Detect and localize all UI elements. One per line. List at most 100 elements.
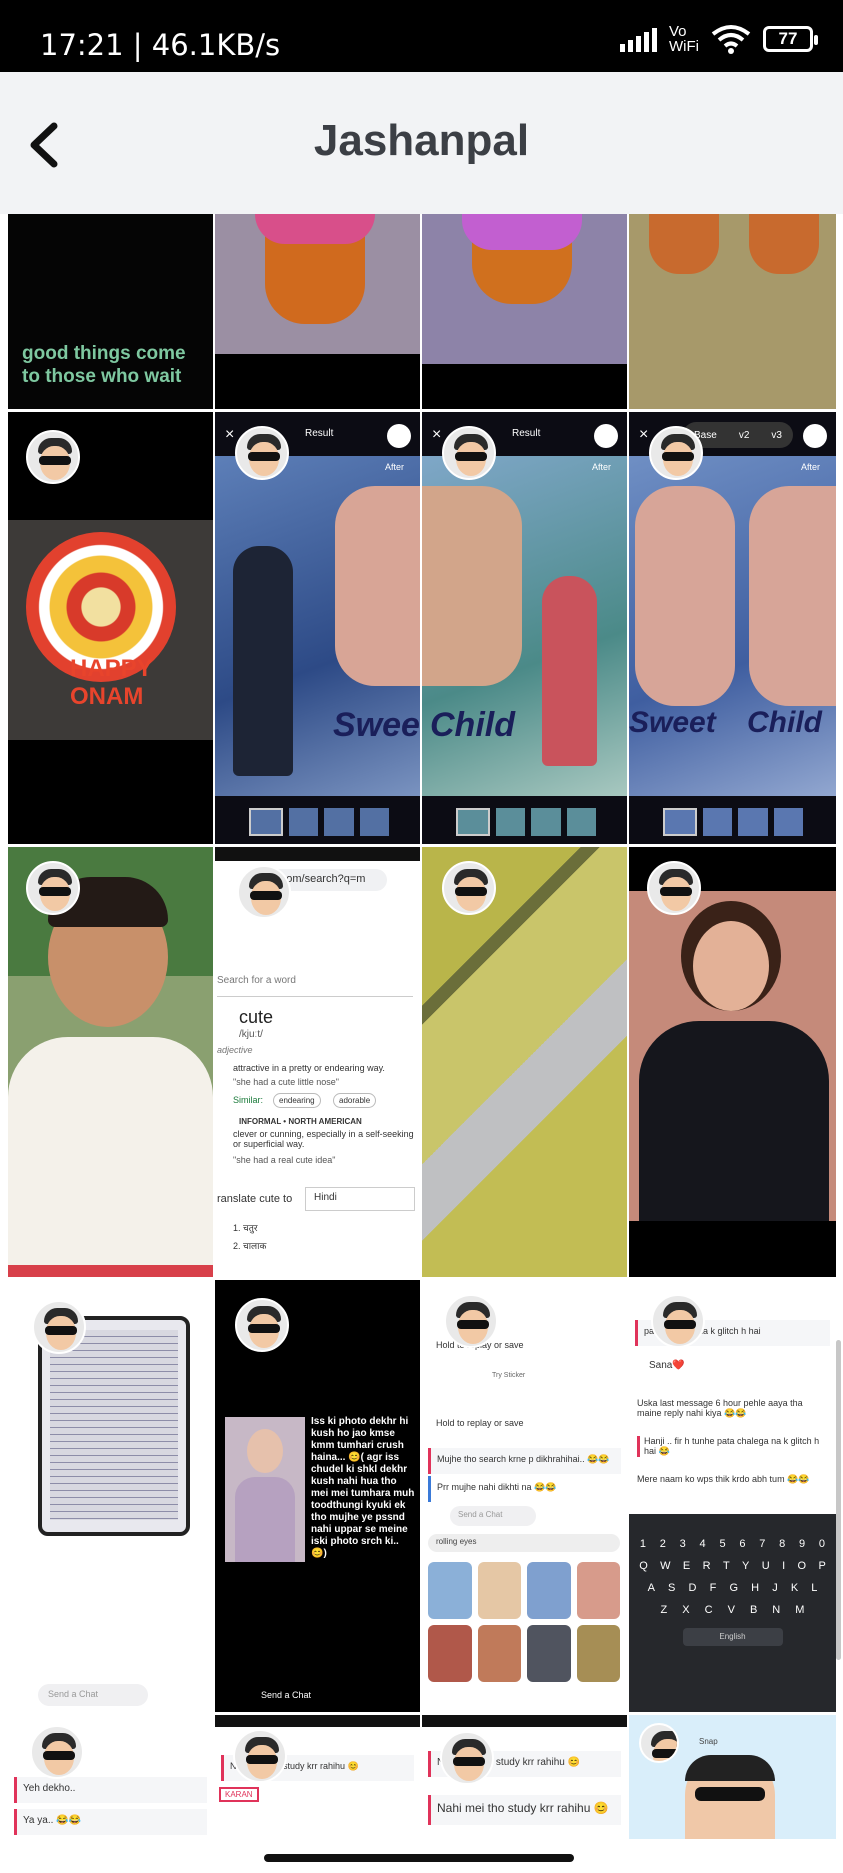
close-icon: × (432, 426, 442, 443)
result-label: Result (512, 428, 541, 439)
key[interactable]: I (782, 1560, 785, 1572)
grid-tile[interactable]: Snap (629, 1715, 836, 1839)
grid-tile[interactable]: × Result After Sweet (215, 412, 420, 844)
dict-similar: Similar: (233, 1095, 264, 1105)
key[interactable]: 1 (640, 1538, 646, 1550)
kb-spacebar[interactable]: English (682, 1628, 783, 1646)
key[interactable]: Y (742, 1560, 749, 1572)
status-time: 17:21 | 46.1KB/s (40, 28, 281, 62)
sticker-search[interactable]: rolling eyes (428, 1534, 620, 1552)
key[interactable]: E (683, 1560, 690, 1572)
key[interactable]: G (729, 1582, 738, 1594)
grid-tile[interactable]: good things come to those who wait (8, 214, 213, 409)
avatar (235, 426, 289, 480)
grid-tile[interactable] (629, 847, 836, 1277)
key[interactable]: 8 (779, 1538, 785, 1550)
home-indicator[interactable] (264, 1854, 574, 1862)
key[interactable]: H (751, 1582, 759, 1594)
grid-tile[interactable]: Yeh dekho.. Ya ya.. 😂😂 (8, 1715, 213, 1839)
scrollbar[interactable] (836, 1340, 841, 1660)
after-label: After (592, 462, 612, 472)
key[interactable]: Q (639, 1560, 648, 1572)
key[interactable]: X (682, 1604, 689, 1616)
key[interactable]: J (772, 1582, 778, 1594)
grid-tile[interactable]: Nahi mei tho study krr rahihu 😊 Nahi mei… (422, 1715, 627, 1839)
key[interactable]: B (750, 1604, 757, 1616)
chat-message: Hanji .. fir h tunhe pata chalega na k g… (637, 1436, 827, 1457)
grid-tile[interactable]: y.com/search?q=m Search for a word cute … (215, 847, 420, 1277)
grid-tile[interactable]: Iss ki photo dekhr hi kush ho jao kmse k… (215, 1280, 420, 1712)
key[interactable]: A (648, 1582, 655, 1594)
kb-row-3: A S D FG H J K L (633, 1582, 832, 1594)
key[interactable]: 5 (719, 1538, 725, 1550)
dict-sim2[interactable]: adorable (333, 1093, 377, 1108)
grid-tile[interactable] (422, 847, 627, 1277)
key[interactable]: U (762, 1560, 770, 1572)
grid-tile[interactable]: Nahi mei tho study krr rahihu 😊 KARAN (215, 1715, 420, 1839)
key[interactable]: Z (661, 1604, 668, 1616)
grid-tile[interactable] (8, 847, 213, 1277)
keyboard: 1234567890 QWERTYUIOP ASDFGHJKL ZXCVBNM … (629, 1514, 836, 1712)
version-thumbnails (663, 808, 803, 836)
key[interactable]: 7 (759, 1538, 765, 1550)
key[interactable]: 3 (680, 1538, 686, 1550)
send-chat-bar[interactable]: Send a Chat (38, 1684, 148, 1706)
grid-tile[interactable] (215, 214, 420, 409)
tab-v3[interactable]: v3 (771, 430, 782, 441)
result-label: Result (305, 428, 334, 439)
key[interactable]: V (728, 1604, 735, 1616)
key[interactable]: 2 (660, 1538, 666, 1550)
chat-message: Mujhe tho search krne p dikhrahihai.. 😂😂 (428, 1448, 621, 1474)
dict-sim1[interactable]: endearing (273, 1093, 321, 1108)
grid-tile[interactable]: HAPPY ONAM (8, 412, 213, 844)
flower-pot-image (649, 214, 719, 274)
key[interactable]: D (689, 1582, 697, 1594)
sana-label: Sana❤️ (649, 1360, 685, 1371)
girl-photo (225, 1417, 305, 1562)
key[interactable]: N (772, 1604, 780, 1616)
dict-search[interactable]: Search for a word (217, 975, 413, 997)
dict-t1: 1. चतुर (233, 1223, 258, 1233)
key[interactable]: 0 (819, 1538, 825, 1550)
key[interactable]: T (723, 1560, 730, 1572)
battery-level: 77 (778, 29, 798, 48)
key[interactable]: K (791, 1582, 798, 1594)
tiles-photo (422, 847, 627, 1277)
edited-photo: After Sweet Child (629, 456, 836, 796)
photo-caption: Sweet (333, 706, 420, 744)
key[interactable]: S (668, 1582, 675, 1594)
hold-replay-2: Hold to replay or save (436, 1418, 524, 1428)
grid-tile[interactable]: Send a Chat (8, 1280, 213, 1712)
send-chat-bar[interactable]: Send a Chat (450, 1506, 536, 1526)
key[interactable]: W (660, 1560, 670, 1572)
dict-def2: clever or cunning, especially in a self-… (233, 1129, 414, 1149)
kb-row-2: QW E RTY UI OP (633, 1560, 832, 1572)
snap-label: Snap (699, 1737, 718, 1746)
version-thumbnails (456, 808, 596, 836)
key[interactable]: L (811, 1582, 817, 1594)
grid-tile[interactable]: × Result After Child (422, 412, 627, 844)
key[interactable]: P (818, 1560, 825, 1572)
chat-message: Prr mujhe nahi dikhti na 😂😂 (428, 1476, 621, 1502)
key[interactable]: M (795, 1604, 804, 1616)
kb-row-1: 1 2 3 4 5 6 7 8 9 0 (633, 1538, 832, 1550)
girl-photo (629, 891, 836, 1221)
key[interactable]: 6 (739, 1538, 745, 1550)
grid-tile[interactable]: × Base v2 v3 After Sweet Child (629, 412, 836, 844)
chat-message: Yeh dekho.. (14, 1777, 207, 1803)
flowers-image (255, 214, 375, 244)
grid-tile[interactable] (629, 214, 836, 409)
grid-tile[interactable]: Hold to replay or save Try Sticker Hold … (422, 1280, 627, 1712)
dict-lang[interactable]: Hindi (305, 1187, 415, 1211)
grid-tile[interactable] (422, 214, 627, 409)
dict-pos: adjective (217, 1045, 253, 1055)
key[interactable]: 4 (700, 1538, 706, 1550)
key[interactable]: R (703, 1560, 711, 1572)
key[interactable]: F (710, 1582, 717, 1594)
key[interactable]: C (705, 1604, 713, 1616)
tab-v2[interactable]: v2 (739, 430, 750, 441)
key[interactable]: O (798, 1560, 807, 1572)
try-sticker[interactable]: Try Sticker (492, 1372, 525, 1379)
grid-tile[interactable]: pata chalega na k glitch h hai Sana❤️ Us… (629, 1280, 836, 1712)
key[interactable]: 9 (799, 1538, 805, 1550)
